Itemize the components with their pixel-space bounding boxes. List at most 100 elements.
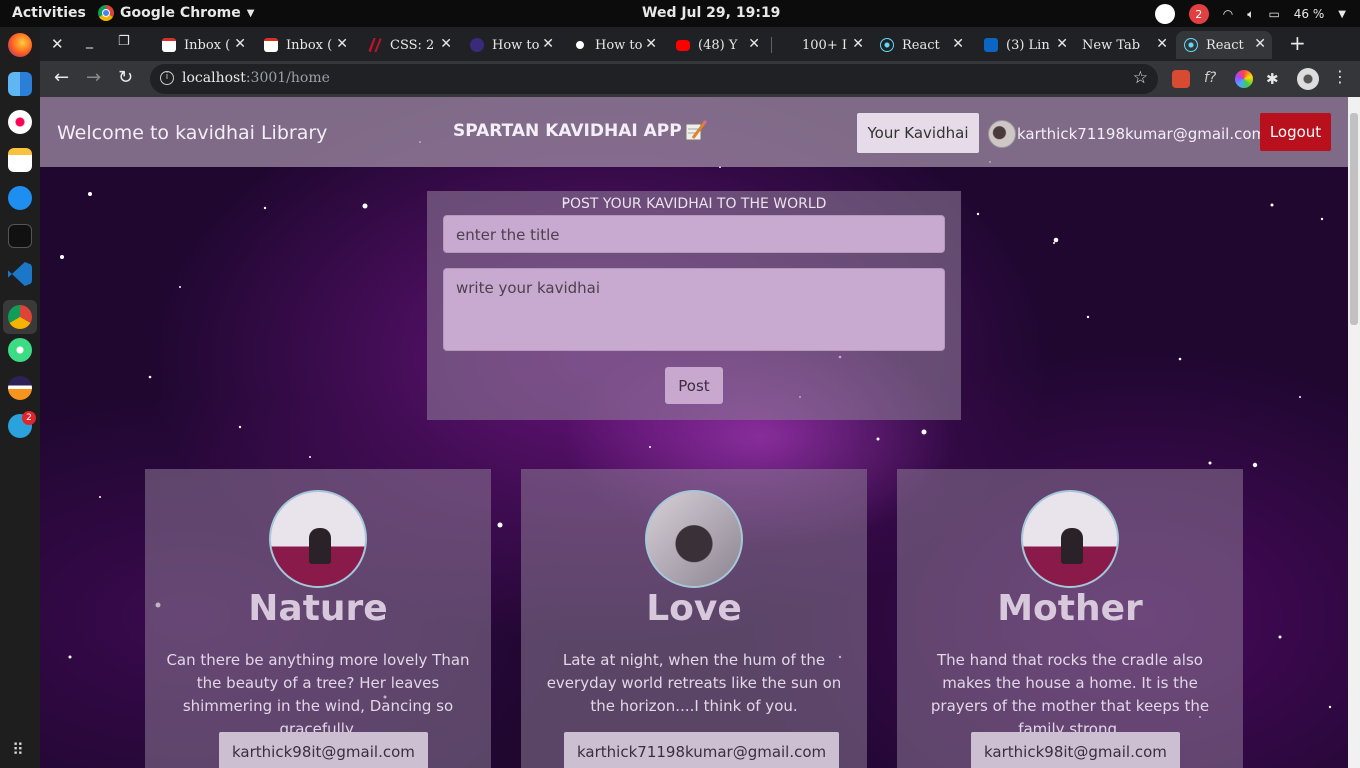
tab-gmail-2[interactable]: Inbox ( ✕ xyxy=(262,31,354,59)
close-window-icon[interactable]: ✕ xyxy=(51,35,64,53)
card-text: The hand that rocks the cradle also make… xyxy=(930,651,1210,738)
tab-howto-2[interactable]: How to ✕ xyxy=(571,31,663,59)
vscode-icon[interactable] xyxy=(8,262,32,286)
close-tab-icon[interactable]: ✕ xyxy=(440,36,452,52)
your-kavidhai-button[interactable]: Your Kavidhai xyxy=(857,113,979,153)
brand-title[interactable]: Welcome to kavidhai Library xyxy=(57,122,327,144)
react-icon xyxy=(1184,38,1198,52)
post-button[interactable]: Post xyxy=(665,367,723,404)
close-tab-icon[interactable]: ✕ xyxy=(852,36,864,52)
bookmark-star-icon[interactable]: ☆ xyxy=(1133,68,1148,88)
author-email-button[interactable]: karthick71198kumar@gmail.com xyxy=(564,732,840,768)
page-viewport: Welcome to kavidhai Library SPARTAN KAVI… xyxy=(40,97,1348,768)
notification-badge[interactable]: 2 xyxy=(1188,4,1209,24)
gmail-icon xyxy=(264,38,278,52)
close-tab-icon[interactable]: ✕ xyxy=(542,36,554,52)
css-icon xyxy=(368,38,382,52)
terminal-icon[interactable] xyxy=(8,224,32,248)
tab-css[interactable]: CSS: 2 ✕ xyxy=(366,31,458,59)
dock: 2 ⠿ xyxy=(0,27,40,768)
scrollbar-thumb[interactable] xyxy=(1350,113,1358,325)
app-menu[interactable]: Google Chrome ▼ xyxy=(98,5,254,21)
tab-strip: ✕ _ ❐ Inbox ( ✕ Inbox ( ✕ CSS: 2 ✕ How t… xyxy=(40,27,1360,61)
card-text: Late at night, when the hum of the every… xyxy=(546,651,842,715)
kavidhai-card: Love Late at night, when the hum of the … xyxy=(521,469,867,768)
clock[interactable]: Wed Jul 29, 19:19 xyxy=(642,5,780,21)
google-account-icon[interactable] xyxy=(1154,4,1175,24)
notes-icon[interactable] xyxy=(8,148,32,172)
eclipse-icon[interactable] xyxy=(8,376,32,400)
author-avatar xyxy=(269,490,367,588)
tab-react-active[interactable]: React ✕ xyxy=(1176,31,1272,59)
card-title: Mother xyxy=(997,588,1143,629)
info-icon[interactable]: i xyxy=(160,71,174,85)
chrome-icon xyxy=(98,5,114,21)
kavidhai-textarea[interactable]: write your kavidhai xyxy=(443,268,945,351)
minimize-window-icon[interactable]: _ xyxy=(86,33,93,49)
address-bar[interactable]: i localhost:3001/home ☆ xyxy=(150,64,1158,94)
new-tab-icon[interactable]: + xyxy=(1289,31,1306,55)
author-avatar xyxy=(645,490,743,588)
close-tab-icon[interactable]: ✕ xyxy=(234,36,246,52)
restore-window-icon[interactable]: ❐ xyxy=(118,34,130,49)
profile-avatar[interactable] xyxy=(1297,68,1319,90)
show-applications-icon[interactable]: ⠿ xyxy=(12,740,24,759)
app-navbar: Welcome to kavidhai Library SPARTAN KAVI… xyxy=(40,97,1348,167)
telegram-badge: 2 xyxy=(22,411,36,425)
forward-icon[interactable]: → xyxy=(86,67,101,88)
post-form: POST YOUR KAVIDHAI TO THE WORLD enter th… xyxy=(427,191,961,420)
logout-button[interactable]: Logout xyxy=(1260,113,1331,151)
tab-linkedin[interactable]: (3) Lin ✕ xyxy=(982,31,1074,59)
tab-separator xyxy=(771,37,772,53)
card-title: Nature xyxy=(248,588,388,629)
function-extension-icon[interactable]: f? xyxy=(1204,70,1222,88)
close-tab-icon[interactable]: ✕ xyxy=(748,36,760,52)
memo-icon xyxy=(684,119,708,142)
close-tab-icon[interactable]: ✕ xyxy=(1254,36,1266,52)
close-tab-icon[interactable]: ✕ xyxy=(1156,36,1168,52)
reload-icon[interactable]: ↻ xyxy=(118,67,133,88)
app-store-icon[interactable] xyxy=(8,186,32,210)
chevron-down-icon: ▼ xyxy=(246,7,255,19)
activities-button[interactable]: Activities xyxy=(12,5,86,21)
close-tab-icon[interactable]: ✕ xyxy=(336,36,348,52)
tab-youtube[interactable]: (48) Y ✕ xyxy=(674,31,766,59)
music-icon[interactable] xyxy=(8,110,32,134)
back-icon[interactable]: ← xyxy=(54,67,69,88)
card-title: Love xyxy=(646,588,742,629)
user-avatar xyxy=(988,120,1016,148)
puzzle-icon[interactable]: ✱ xyxy=(1266,70,1284,88)
close-tab-icon[interactable]: ✕ xyxy=(952,36,964,52)
system-tray[interactable]: 2 ◠ 🔈︎ ▭ 46 % ▼ xyxy=(1154,4,1346,24)
author-email-button[interactable]: karthick98it@gmail.com xyxy=(971,732,1180,768)
system-top-bar: Activities Google Chrome ▼ Wed Jul 29, 1… xyxy=(0,0,1360,27)
tab-howto-1[interactable]: How to ✕ xyxy=(468,31,560,59)
author-avatar xyxy=(1021,490,1119,588)
close-tab-icon[interactable]: ✕ xyxy=(645,36,657,52)
tab-100[interactable]: 100+ I ✕ xyxy=(778,31,870,59)
tab-react-1[interactable]: React ✕ xyxy=(878,31,970,59)
android-studio-icon[interactable] xyxy=(8,338,32,362)
app-title: SPARTAN KAVIDHAI APP xyxy=(453,119,708,142)
volume-icon: 🔈︎ xyxy=(1247,6,1255,21)
title-input[interactable]: enter the title xyxy=(443,215,945,253)
linkedin-icon xyxy=(984,38,998,52)
close-tab-icon[interactable]: ✕ xyxy=(1056,36,1068,52)
page-scrollbar[interactable] xyxy=(1348,97,1360,768)
card-text: Can there be anything more lovely Than t… xyxy=(166,651,470,738)
author-email-button[interactable]: karthick98it@gmail.com xyxy=(219,732,428,768)
react-icon xyxy=(880,38,894,52)
tab-gmail-1[interactable]: Inbox ( ✕ xyxy=(160,31,252,59)
blank-icon xyxy=(780,38,794,52)
kavidhai-card: Mother The hand that rocks the cradle al… xyxy=(897,469,1243,768)
url-text[interactable]: localhost:3001/home xyxy=(182,70,330,86)
gmail-icon xyxy=(162,38,176,52)
finder-icon[interactable] xyxy=(8,72,32,96)
color-extension-icon[interactable] xyxy=(1235,70,1253,88)
battery-level: 46 % xyxy=(1293,7,1325,21)
menu-icon[interactable]: ⋮ xyxy=(1332,67,1348,86)
firefox-icon[interactable] xyxy=(8,33,32,57)
browser-toolbar: ← → ↻ i localhost:3001/home ☆ f? ✱ ⋮ xyxy=(40,61,1360,97)
extension-icon[interactable] xyxy=(1172,70,1190,88)
tab-newtab[interactable]: New Tab ✕ xyxy=(1082,31,1174,59)
